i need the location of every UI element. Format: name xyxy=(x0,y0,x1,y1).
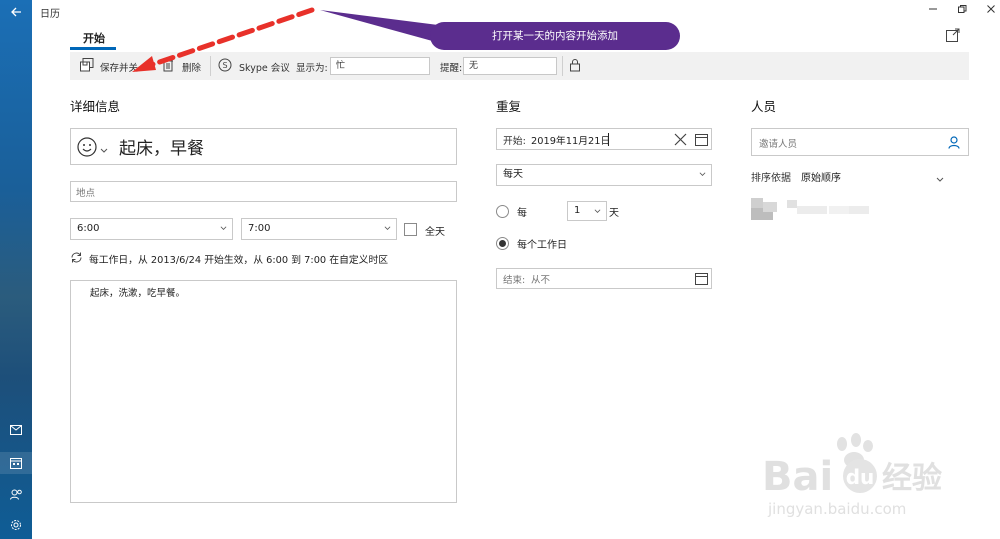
svg-text:Bai: Bai xyxy=(762,454,833,500)
details-section-title: 详细信息 xyxy=(70,99,121,114)
all-day-checkbox[interactable] xyxy=(404,223,417,236)
calendar-picker-icon[interactable] xyxy=(695,133,708,146)
text-caret xyxy=(608,133,609,146)
every-value-select[interactable]: 1 xyxy=(567,201,607,221)
repeat-end-label: 结束: xyxy=(503,275,526,286)
close-button[interactable] xyxy=(982,2,1000,18)
baidu-watermark-logo: Bai du 经验 jingyan.baidu.com xyxy=(762,433,942,518)
svg-text:经验: 经验 xyxy=(882,461,942,496)
location-field[interactable]: 地点 xyxy=(70,181,457,202)
sort-select[interactable]: 原始顺序 xyxy=(801,169,841,184)
calendar-picker-icon[interactable] xyxy=(695,272,708,285)
repeat-frequency-value: 每天 xyxy=(503,169,523,180)
back-arrow-icon[interactable] xyxy=(6,2,26,22)
repeat-end-date-field[interactable]: 结束: 从不 xyxy=(496,268,712,289)
invite-placeholder: 邀请人员 xyxy=(759,139,798,150)
start-time-select[interactable]: 6:00 xyxy=(70,218,233,240)
mail-icon[interactable] xyxy=(6,420,26,440)
tab-start[interactable]: 开始 xyxy=(83,30,105,46)
every-value: 1 xyxy=(574,205,581,216)
recurrence-icon xyxy=(70,251,83,264)
left-nav xyxy=(0,0,32,539)
every-workday-radio[interactable] xyxy=(496,237,509,250)
tab-active-underline xyxy=(70,47,116,50)
description-text: 起床，洗漱，吃早餐。 xyxy=(90,288,186,299)
recurrence-summary: 每工作日，从 2013/6/24 开始生效，从 6:00 到 7:00 在自定义… xyxy=(89,255,389,266)
callout-pointer xyxy=(320,10,446,42)
calendar-icon[interactable] xyxy=(6,453,26,473)
every-workday-label: 每个工作日 xyxy=(517,240,567,251)
svg-text:jingyan.baidu.com: jingyan.baidu.com xyxy=(767,500,906,518)
chevron-down-icon[interactable] xyxy=(100,144,108,153)
every-n-days-radio[interactable] xyxy=(496,205,509,218)
lock-icon[interactable] xyxy=(569,58,583,72)
location-placeholder: 地点 xyxy=(76,188,96,199)
annotation-callout: 打开某一天的内容开始添加 xyxy=(430,22,680,50)
chevron-down-icon xyxy=(220,226,227,230)
repeat-end-value: 从不 xyxy=(531,275,551,286)
settings-icon[interactable] xyxy=(6,515,26,535)
reminder-select[interactable]: 无 xyxy=(463,57,557,75)
every-unit-label: 天 xyxy=(609,208,619,219)
description-field[interactable]: 起床，洗漱，吃早餐。 xyxy=(70,280,457,503)
event-title-field[interactable]: 起床，早餐 xyxy=(70,128,457,165)
emoji-icon[interactable] xyxy=(77,137,97,157)
reminder-label: 提醒: xyxy=(440,63,463,74)
end-time-value: 7:00 xyxy=(248,223,271,234)
sort-label: 排序依据 xyxy=(751,173,791,184)
chevron-down-icon xyxy=(594,209,601,213)
repeat-start-date-field[interactable]: 开始: 2019年11月21日 xyxy=(496,128,712,150)
people-section-title: 人员 xyxy=(751,99,777,114)
svg-text:du: du xyxy=(846,465,875,489)
event-title-text: 起床，早餐 xyxy=(119,139,204,159)
repeat-start-label: 开始: xyxy=(503,136,526,147)
restore-button[interactable] xyxy=(953,2,971,18)
every-label: 每 xyxy=(517,208,527,219)
toolbar-divider xyxy=(562,56,563,76)
repeat-section-title: 重复 xyxy=(496,99,522,114)
people-icon[interactable] xyxy=(6,484,26,504)
clear-icon[interactable] xyxy=(674,133,687,146)
annotation-arrow xyxy=(132,7,315,72)
end-time-select[interactable]: 7:00 xyxy=(241,218,397,240)
chevron-down-icon[interactable] xyxy=(936,173,944,182)
repeat-start-value: 2019年11月21日 xyxy=(531,136,611,147)
chevron-down-icon xyxy=(384,226,391,230)
popout-icon[interactable] xyxy=(946,28,960,42)
app-title: 日历 xyxy=(40,9,60,20)
save-icon[interactable] xyxy=(80,58,94,72)
minimize-button[interactable] xyxy=(924,2,942,18)
all-day-label: 全天 xyxy=(425,227,445,238)
chevron-down-icon xyxy=(699,172,706,176)
invite-people-field[interactable]: 邀请人员 xyxy=(751,128,969,156)
show-as-select[interactable]: 忙 xyxy=(330,57,430,75)
person-icon[interactable] xyxy=(948,136,960,149)
attendee-avatar xyxy=(751,196,871,222)
start-time-value: 6:00 xyxy=(77,223,100,234)
repeat-frequency-select[interactable]: 每天 xyxy=(496,164,712,186)
